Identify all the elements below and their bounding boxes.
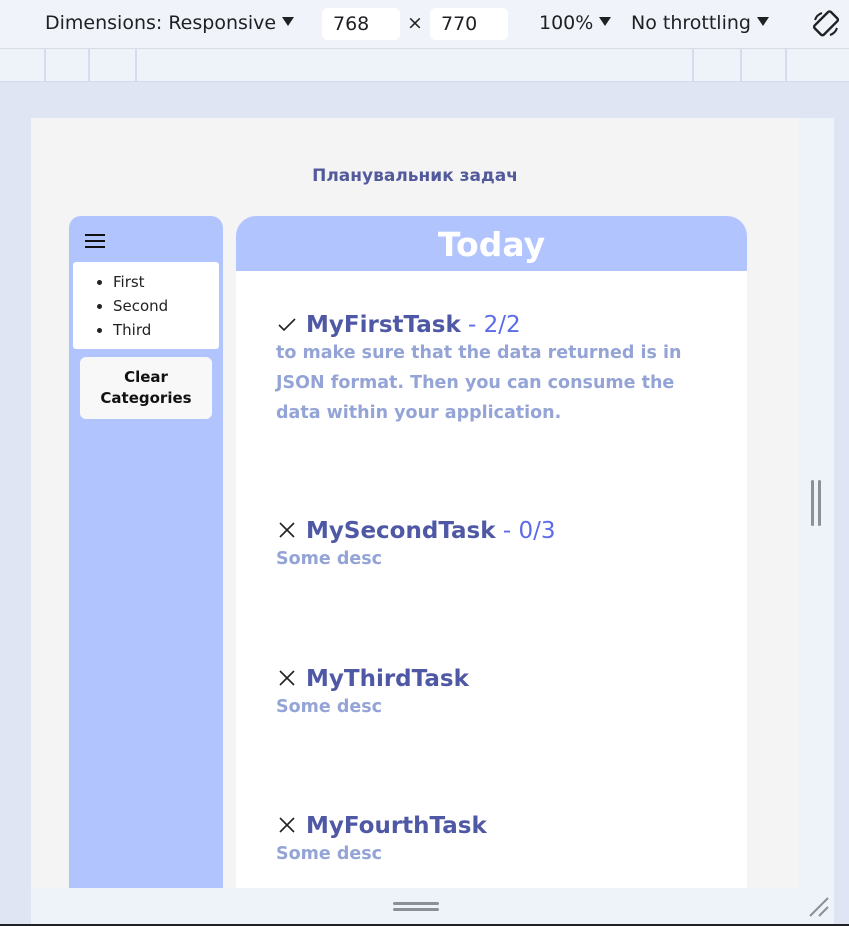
sidebar: First Second Third Clear Categories	[69, 216, 223, 888]
clear-categories-button[interactable]: Clear Categories	[80, 357, 212, 419]
dimensions-label: Dimensions: Responsive	[45, 12, 277, 34]
media-query-bar	[0, 49, 849, 82]
resize-height-handle[interactable]	[393, 902, 439, 912]
task-header: MyFirstTask - 2/2	[276, 312, 716, 338]
resize-corner-icon[interactable]	[806, 894, 830, 918]
task-description: Some desc	[276, 697, 383, 717]
ruler-segment[interactable]	[135, 49, 137, 81]
task-header: MyFourthTask	[276, 813, 716, 839]
ruler-segment[interactable]	[692, 49, 694, 81]
devtools-toolbar: Dimensions: Responsive 768 × 770 100% No…	[0, 0, 849, 49]
height-input[interactable]: 770	[430, 8, 508, 40]
task-header: MySecondTask - 0/3	[276, 518, 716, 544]
throttling-dropdown[interactable]: No throttling	[631, 12, 769, 34]
close-icon[interactable]	[276, 814, 298, 836]
ruler-segment[interactable]	[44, 49, 46, 81]
task-header: MyThirdTask	[276, 666, 716, 692]
page-title: Планувальник задач	[312, 166, 518, 186]
task-progress: - 0/3	[495, 518, 556, 544]
task-description: Some desc	[276, 549, 383, 569]
task-name: MySecondTask	[306, 518, 496, 544]
times-sign: ×	[407, 12, 423, 34]
close-icon[interactable]	[276, 667, 298, 689]
dimensions-dropdown[interactable]: Dimensions: Responsive	[45, 12, 295, 34]
ruler-segment[interactable]	[785, 49, 787, 81]
ruler-segment[interactable]	[740, 49, 742, 81]
task-item[interactable]: MySecondTask - 0/3 Some desc	[276, 518, 716, 574]
close-icon[interactable]	[276, 519, 298, 541]
task-description: Some desc	[276, 844, 383, 864]
task-progress: - 2/2	[460, 312, 521, 338]
width-input[interactable]: 768	[322, 8, 400, 40]
category-list: First Second Third	[73, 262, 219, 349]
task-item[interactable]: MyThirdTask Some desc	[276, 666, 716, 722]
task-name: MyFirstTask	[306, 312, 461, 338]
emulated-viewport: Планувальник задач First Second Third Cl…	[31, 118, 799, 888]
chevron-down-icon	[282, 17, 295, 26]
rotate-icon[interactable]	[810, 8, 842, 40]
hamburger-menu-icon[interactable]	[85, 234, 105, 250]
zoom-label: 100%	[539, 12, 594, 34]
task-name: MyThirdTask	[306, 666, 469, 692]
tasks-panel: Today MyFirstTask - 2/2 to make sure tha…	[236, 216, 747, 888]
resize-width-handle[interactable]	[811, 480, 823, 526]
zoom-dropdown[interactable]: 100%	[539, 12, 612, 34]
category-item[interactable]: First	[113, 270, 219, 294]
category-item[interactable]: Second	[113, 294, 219, 318]
task-item[interactable]: MyFourthTask Some desc	[276, 813, 716, 869]
category-item[interactable]: Third	[113, 318, 219, 342]
panel-title: Today	[236, 216, 747, 271]
chevron-down-icon	[599, 17, 612, 26]
chevron-down-icon	[756, 17, 769, 26]
throttling-label: No throttling	[631, 12, 751, 34]
task-name: MyFourthTask	[306, 813, 487, 839]
ruler-segment[interactable]	[88, 49, 90, 81]
task-item[interactable]: MyFirstTask - 2/2 to make sure that the …	[276, 312, 716, 428]
checkmark-icon[interactable]	[276, 313, 298, 335]
task-description: to make sure that the data returned is i…	[276, 343, 682, 423]
